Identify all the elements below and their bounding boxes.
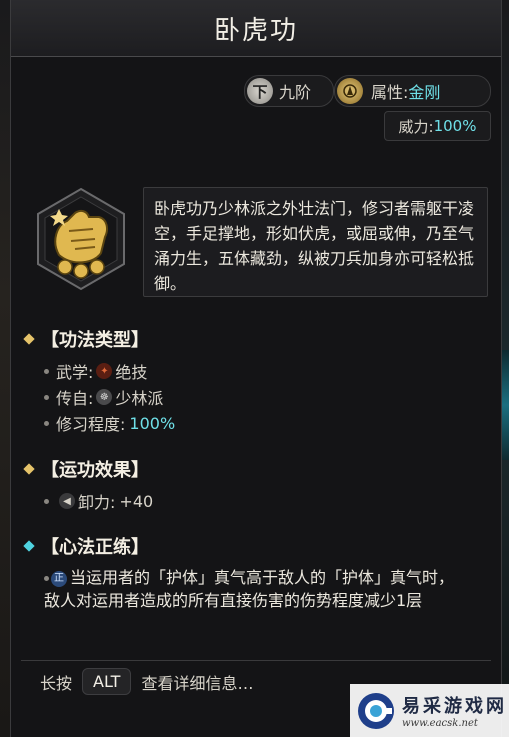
row-value: 少林派 [115,389,164,408]
watermark-logo-icon [358,692,394,729]
deflect-icon: ◀ [59,493,75,509]
attribute-emblem-icon [337,78,363,104]
attribute-value: 金刚 [408,83,441,102]
bullet-icon [44,498,49,504]
bullet-icon [44,368,49,374]
bullet-icon [44,576,49,581]
footer-prefix: 长按 [40,673,73,693]
section-title-type: 【功法类型】 [41,330,149,351]
row-value: +40 [119,491,154,511]
diamond-bullet-icon [23,333,35,345]
diamond-bullet-icon [23,540,35,552]
watermark-text: 易采游戏网 [402,696,507,717]
list-item-origin: 传自: ☸ 少林派 [44,385,163,409]
section-title-effect: 【运功效果】 [41,460,149,481]
power-badge: 威力: 100% [384,111,491,141]
section-heading-heart: 【心法正练】 [23,533,149,559]
row-value: 绝技 [115,363,148,382]
footer-hint: 长按 ALT 查看详细信息… [40,668,253,695]
title-bar: 卧虎功 [11,0,501,57]
section-title-heart: 【心法正练】 [41,537,149,558]
heart-method-text: 当运用者的「护体」真气高于敌人的「护体」真气时，敌人对运用者造成的所有直接伤害的… [44,568,455,610]
list-item-mastery: 修习程度: 100% [44,411,175,435]
attribute-badge: 属性: 金刚 [334,75,491,107]
row-label: 武学: [56,363,94,382]
power-label: 威力: [398,117,434,136]
bullet-icon [44,420,49,426]
tiger-fist-icon [37,187,125,291]
list-item-martial: 武学: ✦ 绝技 [44,359,147,383]
skill-title: 卧虎功 [213,15,298,46]
footer-suffix: 查看详细信息… [141,673,254,693]
grade-icon: 下 [247,78,273,104]
row-label: 修习程度: [56,415,126,434]
description-box: 卧虎功乃少林派之外壮法门，修习者需躯干凌空，手足撑地，形如伏虎，或屈或伸，乃至气… [143,187,488,297]
row-label: 传自: [56,389,94,408]
power-value: 100% [433,117,477,135]
diamond-bullet-icon [23,463,35,475]
bullet-icon [44,394,49,400]
watermark-url: www.eacsk.net [402,718,478,729]
grade-label: 九阶 [279,83,312,102]
site-watermark: 易采游戏网 www.eacsk.net [350,684,509,737]
martial-skill-icon: ✦ [96,363,113,379]
row-label: 卸力: [78,493,116,512]
list-item-deflect: ◀ 卸力: +40 [44,489,153,513]
shaolin-icon: ☸ [96,389,113,405]
orthodox-practice-icon: 正 [51,570,67,587]
grade-badge: 下 九阶 [244,75,334,107]
row-value: 100% [129,413,176,433]
alt-key-hint[interactable]: ALT [82,668,132,695]
footer-divider [21,660,491,661]
skill-tooltip-panel: 卧虎功 下 九阶 属性: 金刚 威力: 100% 卧虎功乃少林派之外壮法门，修习… [10,0,502,737]
heart-method-note: 正当运用者的「护体」真气高于敌人的「护体」真气时，敌人对运用者造成的所有直接伤害… [44,566,464,612]
attribute-label: 属性: [371,83,409,102]
section-heading-type: 【功法类型】 [23,326,149,352]
background-left-edge [0,0,10,737]
section-heading-effect: 【运功效果】 [23,456,149,482]
